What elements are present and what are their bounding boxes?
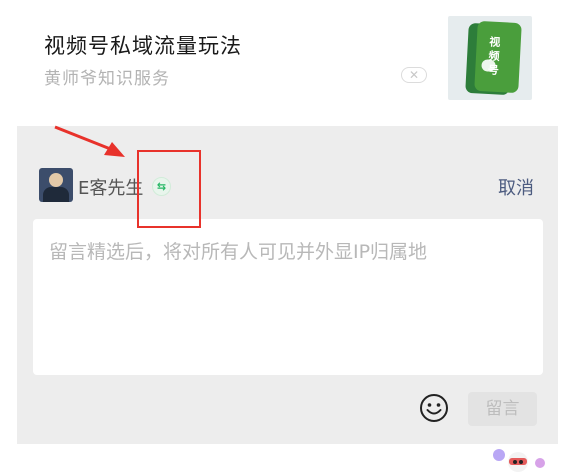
avatar-body [43, 187, 69, 202]
ad-title[interactable]: 视频号私域流量玩法 [44, 30, 242, 60]
submit-button[interactable]: 留言 [468, 392, 537, 426]
cancel-button[interactable]: 取消 [498, 174, 534, 200]
comment-input[interactable] [33, 219, 543, 375]
comment-panel: E客先生 ⇆ 取消 留言 [17, 126, 558, 444]
smiley-face-icon[interactable] [419, 393, 449, 423]
username: E客先生 [78, 178, 144, 199]
ad-card[interactable]: 视频号私域流量玩法 黄师爷知识服务 ✕ 视频号 [0, 0, 575, 126]
annotation-highlight-box [137, 150, 201, 228]
avatar-head [49, 173, 63, 187]
thumbnail-text: 视频号 [487, 35, 501, 78]
ad-subtitle: 黄师爷知识服务 [44, 69, 170, 89]
phone-image-front: 视频号 [474, 20, 522, 94]
ad-thumbnail[interactable]: 视频号 [448, 16, 532, 100]
avatar[interactable] [39, 168, 73, 202]
ad-close-button[interactable]: ✕ [401, 67, 427, 83]
mascot-icon [493, 449, 545, 472]
